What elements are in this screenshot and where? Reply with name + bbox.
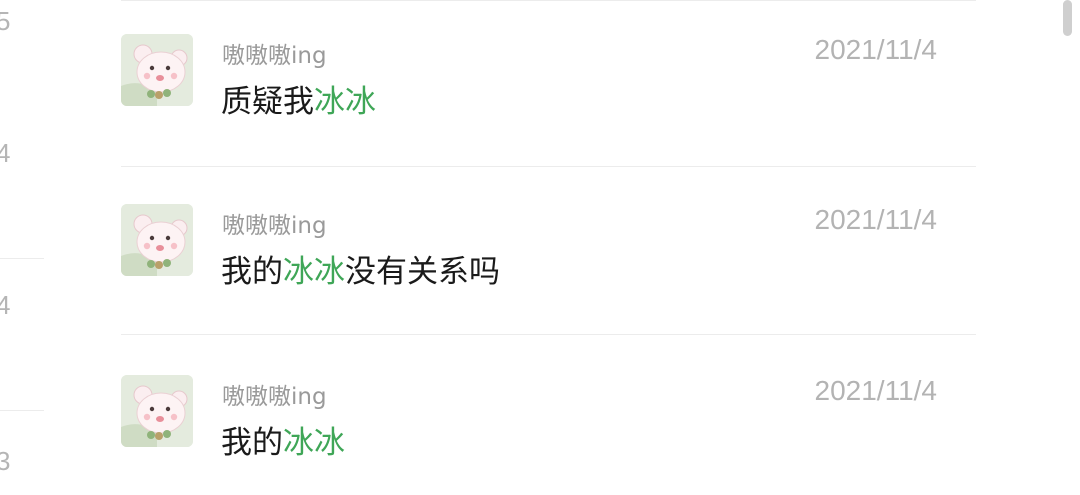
sender-name: 嗷嗷嗷ing <box>222 384 327 410</box>
message-date: 2021/11/4 <box>814 375 938 406</box>
message-date: 2021/11/4 <box>814 204 938 235</box>
keyword-highlight: 冰冰 <box>314 84 376 120</box>
message-text: 我的冰冰 <box>221 417 345 462</box>
message-date: 2021/11/4 <box>814 34 938 65</box>
left-count: 3 <box>0 446 11 476</box>
scrollbar[interactable] <box>1063 0 1072 36</box>
list-divider <box>121 334 976 335</box>
left-divider <box>0 410 44 411</box>
list-item[interactable]: 嗷嗷嗷ing 2021/11/4 质疑我冰冰 <box>121 34 976 154</box>
previous-list-column: 5 4 4 3 <box>0 0 44 487</box>
bear-avatar-icon[interactable] <box>121 375 193 447</box>
bear-avatar-icon[interactable] <box>121 204 193 276</box>
sender-name: 嗷嗷嗷ing <box>222 43 327 69</box>
list-item[interactable]: 嗷嗷嗷ing 2021/11/4 我的冰冰 <box>121 375 976 495</box>
message-text-before: 质疑我 <box>221 84 314 120</box>
list-item[interactable]: 嗷嗷嗷ing 2021/11/4 我的冰冰没有关系吗 <box>121 204 976 324</box>
message-text: 质疑我冰冰 <box>221 76 376 121</box>
keyword-highlight: 冰冰 <box>283 254 345 290</box>
message-text-before: 我的 <box>221 425 283 461</box>
bear-avatar-icon[interactable] <box>121 34 193 106</box>
left-count: 5 <box>0 6 11 36</box>
sender-name: 嗷嗷嗷ing <box>222 213 327 239</box>
list-divider <box>121 0 976 1</box>
search-result-list: 嗷嗷嗷ing 2021/11/4 质疑我冰冰 嗷嗷嗷ing 2021/11/4 … <box>121 0 976 487</box>
list-divider <box>121 166 976 167</box>
message-text-after: 没有关系吗 <box>345 254 500 290</box>
left-count: 4 <box>0 290 11 320</box>
message-text-before: 我的 <box>221 254 283 290</box>
message-text: 我的冰冰没有关系吗 <box>221 246 500 291</box>
keyword-highlight: 冰冰 <box>283 425 345 461</box>
left-count: 4 <box>0 138 11 168</box>
left-divider <box>0 258 44 259</box>
